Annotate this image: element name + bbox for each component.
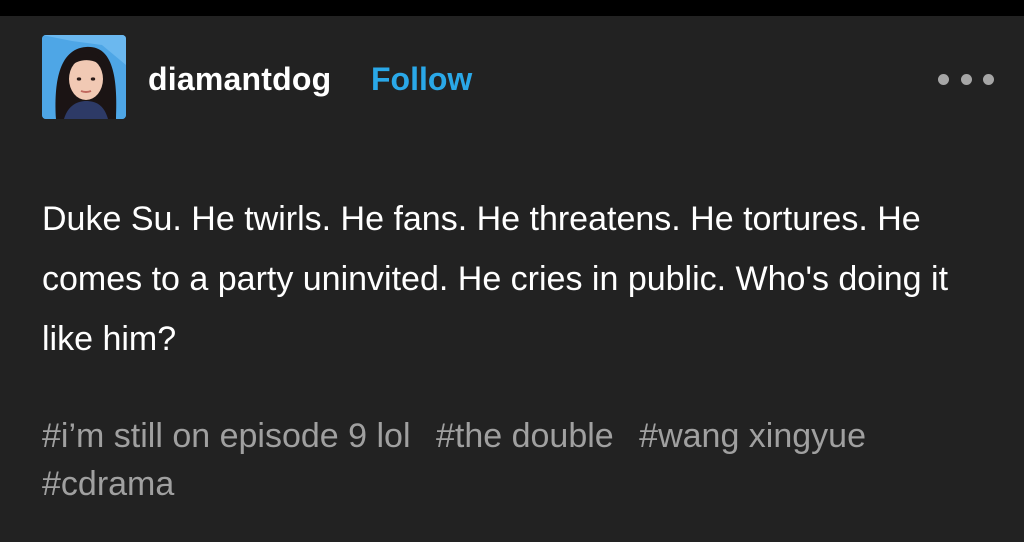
avatar-image: [42, 35, 126, 119]
more-dot: [938, 73, 949, 85]
post-tags: #i’m still on episode 9 lol #the double …: [42, 412, 992, 508]
post-card: diamantdog Follow Duke Su. He twirls. He…: [0, 16, 1024, 542]
tag-link[interactable]: #cdrama: [42, 465, 174, 503]
status-bar-strip: [0, 0, 1024, 16]
tag-link[interactable]: #i’m still on episode 9 lol: [42, 417, 411, 455]
more-options-icon[interactable]: [938, 68, 994, 90]
tag-link[interactable]: #wang xingyue: [639, 417, 866, 455]
avatar[interactable]: [42, 35, 126, 119]
post-body-text: Duke Su. He twirls. He fans. He threaten…: [42, 200, 949, 358]
tag-link[interactable]: #the double: [436, 417, 614, 455]
more-dot: [983, 73, 994, 85]
follow-button[interactable]: Follow: [371, 60, 472, 98]
more-dot: [960, 73, 972, 85]
post-username[interactable]: diamantdog: [148, 60, 331, 98]
